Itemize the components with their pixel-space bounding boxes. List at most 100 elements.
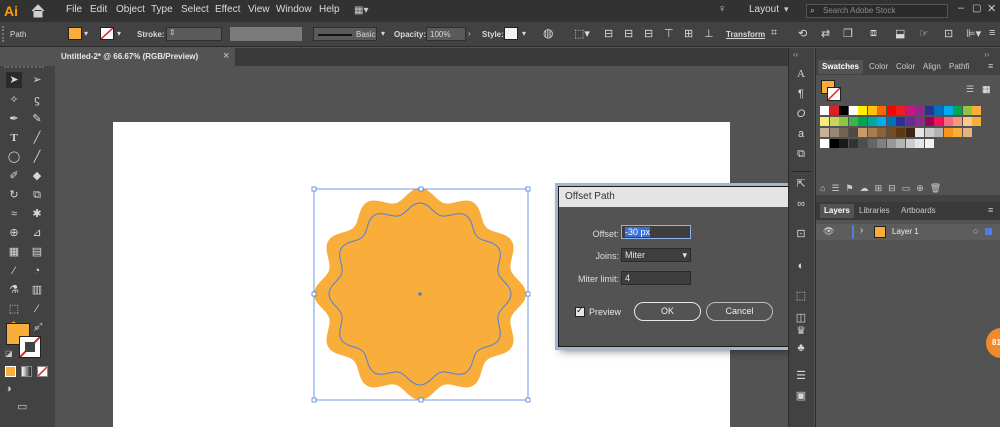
visibility-eye-icon[interactable]: 👁 [823,226,834,237]
panel-collapse-icon[interactable]: ›› [984,50,989,59]
shaper-tool-icon[interactable]: ✐ [6,168,22,184]
line-tool-icon[interactable]: ╱ [29,130,45,146]
resize-handle[interactable] [418,397,424,403]
swatch[interactable] [962,117,972,126]
swatch[interactable] [867,117,877,126]
swatch[interactable] [877,106,886,115]
swatch[interactable] [848,128,858,137]
tab-color-guide[interactable]: Color [896,60,915,74]
arrange-documents-icon[interactable]: ▦▾ [354,5,376,17]
swatch[interactable] [924,139,934,148]
opacity-input[interactable]: 100% [426,27,466,41]
lasso-tool-icon[interactable]: ϛ [29,92,45,108]
swatch[interactable] [867,128,877,137]
resize-handle[interactable] [525,186,531,192]
swatch[interactable] [886,139,896,148]
swatch[interactable] [896,117,905,126]
recolor-icon[interactable]: ◍ [543,26,553,40]
swatch[interactable] [972,106,981,115]
brush-definition-select[interactable]: Basic [313,27,377,41]
swatch[interactable] [934,128,943,137]
none-mode-icon[interactable] [37,366,48,377]
column-graph-tool-icon[interactable]: ▥ [29,282,45,298]
swatch[interactable] [820,128,829,137]
preview-checkbox[interactable]: ✓ [575,305,585,317]
minimize-button[interactable]: – [958,2,964,14]
puppet-warp-tool-icon[interactable]: ✱ [29,206,45,222]
swatch[interactable] [848,106,858,115]
graphic-styles-icon[interactable]: ♣ [793,340,809,356]
gradient-tool-icon[interactable]: ▤ [29,244,45,260]
swatch[interactable] [848,117,858,126]
maximize-button[interactable]: ▢ [972,3,981,14]
stepper-icon[interactable]: ⇕ [169,28,176,37]
swatch[interactable] [905,117,915,126]
distribute-icon[interactable]: ⧈ [870,27,877,40]
swatch[interactable] [924,106,934,115]
lightbulb-icon[interactable]: ♀ [718,3,730,17]
swatch[interactable] [915,117,924,126]
export-icon[interactable]: ⇱ [793,176,809,192]
rotate-tool-icon[interactable]: ↻ [6,187,22,203]
close-window-button[interactable]: ✕ [987,2,996,15]
type-tool-icon[interactable]: T [6,130,22,146]
resize-handle[interactable] [311,186,317,192]
tab-swatches[interactable]: Swatches [818,60,863,74]
tab-pathfinder[interactable]: Pathfi [949,60,969,74]
swatch[interactable] [839,139,848,148]
edit-swatch-icon[interactable]: ⊞ [875,183,889,193]
joins-select[interactable]: Miter ▾ [621,248,691,262]
swatch[interactable] [829,139,839,148]
resize-handle[interactable] [311,397,317,403]
perspective-grid-tool-icon[interactable]: ⊿ [29,225,45,241]
tab-layers[interactable]: Layers [820,204,854,218]
swatch[interactable] [915,139,924,148]
swatch-options-icon[interactable]: ⊟ [888,183,902,193]
swatch[interactable] [953,117,962,126]
canvas-artwork[interactable] [300,180,540,410]
magic-wand-tool-icon[interactable]: ✧ [6,92,22,108]
swatch[interactable] [877,139,886,148]
swatch[interactable] [886,128,896,137]
current-stroke-swatch[interactable] [827,87,841,101]
panel-menu-icon[interactable]: ≡ [988,61,993,71]
pen-tool-icon[interactable]: ✒ [6,111,22,127]
symbols-icon[interactable]: ♛ [793,323,809,339]
align-left-icon[interactable]: ⊟ [604,27,613,40]
layer-name[interactable]: Layer 1 [892,227,919,236]
swatch[interactable] [905,139,915,148]
home-icon[interactable] [31,4,45,18]
menu-window[interactable]: Window [276,4,312,15]
selection-tool-icon[interactable]: ➤ [6,72,22,88]
opentype-icon[interactable]: O [793,106,809,122]
menu-file[interactable]: File [66,4,82,15]
slice-tool-icon[interactable]: ⁄ [29,301,45,317]
swatch[interactable] [943,117,953,126]
swatch[interactable] [924,128,934,137]
panel-menu-icon[interactable]: ≡ [988,205,993,215]
swatch[interactable] [820,139,829,148]
swatch[interactable] [820,106,829,115]
swatch[interactable] [886,106,896,115]
swatch[interactable] [962,128,972,137]
menu-help[interactable]: Help [319,4,340,15]
stroke-panel-icon[interactable]: ☰ [793,368,809,384]
gradient-mode-icon[interactable] [21,366,32,377]
menu-view[interactable]: View [248,4,270,15]
character-icon[interactable]: A [793,66,809,82]
cloud-icon[interactable]: ☁ [860,183,875,193]
delete-swatch-icon[interactable]: 🗑 [930,183,947,193]
scale-tool-icon[interactable]: ⧉ [29,187,45,203]
swatch[interactable] [896,128,905,137]
links-icon[interactable]: ∞ [793,196,809,212]
paragraph-icon[interactable]: ¶ [793,86,809,102]
swatch[interactable] [848,139,858,148]
align-panel-icon[interactable]: ⊫▾ [966,27,981,40]
swatch[interactable] [962,106,972,115]
swatch[interactable] [858,139,867,148]
swatch[interactable] [943,128,953,137]
chevron-down-icon[interactable]: ▾ [522,29,526,38]
document-tab[interactable]: Untitled-2* @ 66.67% (RGB/Preview) × [55,48,235,66]
swatch[interactable] [839,128,848,137]
swatch[interactable] [972,117,981,126]
